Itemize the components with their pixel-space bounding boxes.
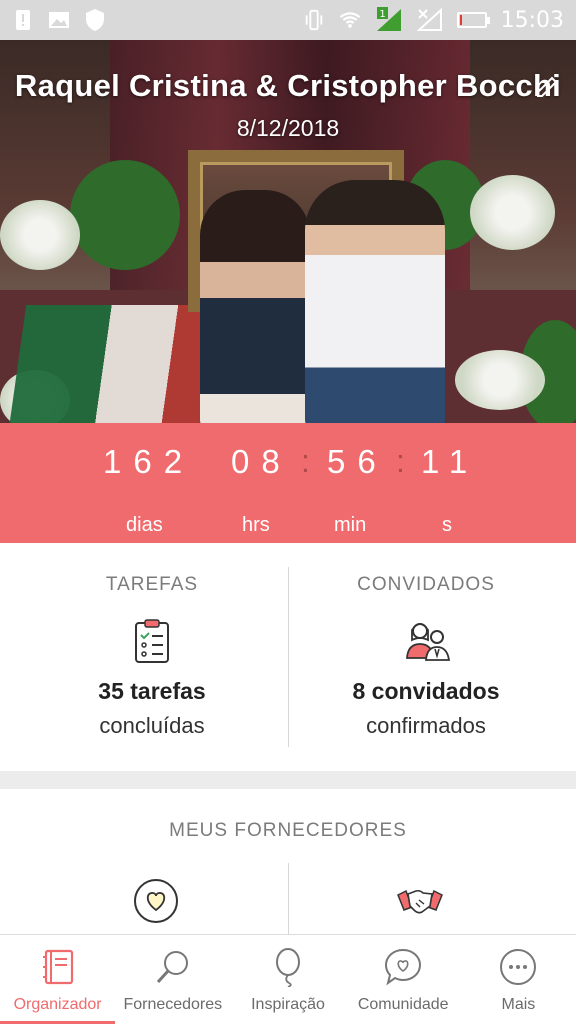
status-bar-left <box>12 9 106 31</box>
handshake-icon[interactable] <box>396 877 444 925</box>
hero-photo-flowers <box>0 200 80 270</box>
planner-icon <box>38 947 78 987</box>
nav-label-comunidade: Comunidade <box>357 996 449 1013</box>
section-separator <box>0 771 576 789</box>
tasks-title: TAREFAS <box>105 574 199 595</box>
wifi-icon <box>339 9 361 31</box>
countdown-seconds: 11 <box>421 443 480 480</box>
couple-names-title: Raquel Cristina & Cristopher Bocchi <box>14 68 562 103</box>
hero-photo-groom <box>305 180 445 423</box>
bottom-navigation: Organizador Fornecedores Inspiração Comu… <box>0 934 576 1024</box>
more-icon <box>498 947 538 987</box>
couple-icon <box>404 618 451 664</box>
countdown-minutes-label: min <box>334 514 367 536</box>
cellular-signal-icon: 1 <box>375 7 403 31</box>
countdown-minutes: 56 <box>327 443 388 480</box>
vibrate-icon <box>303 9 325 31</box>
suppliers-title: MEUS FORNECEDORES <box>169 820 407 841</box>
hero-photo-bride <box>200 190 310 423</box>
status-bar: 1 15:03 <box>0 0 576 40</box>
hero-photo-flag <box>3 305 217 423</box>
guests-subtitle: confirmados <box>366 713 486 738</box>
guests-count: 8 convidados <box>352 678 500 704</box>
nav-fornecedores[interactable]: Fornecedores <box>115 935 230 1024</box>
wedding-date: 8/12/2018 <box>236 115 340 141</box>
nav-comunidade[interactable]: Comunidade <box>346 935 461 1024</box>
no-signal-icon <box>416 8 443 31</box>
status-time: 15:03 <box>500 7 564 33</box>
countdown-days-label: dias <box>126 514 163 536</box>
hero-photo-flowers <box>470 175 555 250</box>
countdown-separator: : <box>301 443 322 479</box>
countdown-separator: : <box>396 443 417 479</box>
tasks-card[interactable]: TAREFAS 35 tarefas concluídas <box>8 543 296 739</box>
svg-text:1: 1 <box>379 9 385 20</box>
suppliers-divider <box>288 863 289 935</box>
my-suppliers-section: MEUS FORNECEDORES <box>0 789 576 935</box>
countdown-hours: 08 <box>231 443 292 480</box>
shield-icon <box>84 9 106 31</box>
clipboard-checklist-icon <box>130 618 174 664</box>
nav-label-fornecedores: Fornecedores <box>123 996 223 1013</box>
guests-card[interactable]: CONVIDADOS 8 convidados confirmados <box>282 543 570 739</box>
nav-inspiracao[interactable]: Inspiração <box>230 935 345 1024</box>
nav-label-organizador: Organizador <box>13 996 102 1013</box>
countdown-hours-label: hrs <box>242 514 270 536</box>
wedding-hero-banner[interactable]: Raquel Cristina & Cristopher Bocchi 8/12… <box>0 40 576 423</box>
wedding-countdown: 162 08 : 56 : 11 dias hrs min s <box>0 423 576 543</box>
countdown-values: 162 08 : 56 : 11 <box>0 443 576 487</box>
chat-heart-icon <box>383 947 423 987</box>
countdown-seconds-label: s <box>442 514 452 536</box>
search-icon <box>153 947 193 987</box>
nav-label-mais: Mais <box>501 996 536 1013</box>
hero-photo-plant <box>70 160 180 270</box>
tasks-subtitle: concluídas <box>99 713 205 738</box>
nav-mais[interactable]: Mais <box>461 935 576 1024</box>
nav-organizador[interactable]: Organizador <box>0 935 116 1024</box>
heart-circle-icon[interactable] <box>132 877 180 925</box>
edit-icon[interactable] <box>534 72 560 98</box>
guests-title: CONVIDADOS <box>357 574 495 595</box>
countdown-days: 162 <box>103 443 195 480</box>
nav-label-inspiracao: Inspiração <box>251 996 325 1013</box>
balloon-icon <box>268 947 308 988</box>
summary-stats: TAREFAS 35 tarefas concluídas CONVIDADOS <box>0 543 576 771</box>
notification-alert-icon <box>12 9 34 31</box>
tasks-count: 35 tarefas <box>98 678 206 704</box>
battery-low-icon <box>456 12 490 28</box>
image-icon <box>48 9 70 31</box>
status-bar-right: 1 15:03 <box>303 7 564 33</box>
hero-photo-flowers <box>455 350 545 410</box>
